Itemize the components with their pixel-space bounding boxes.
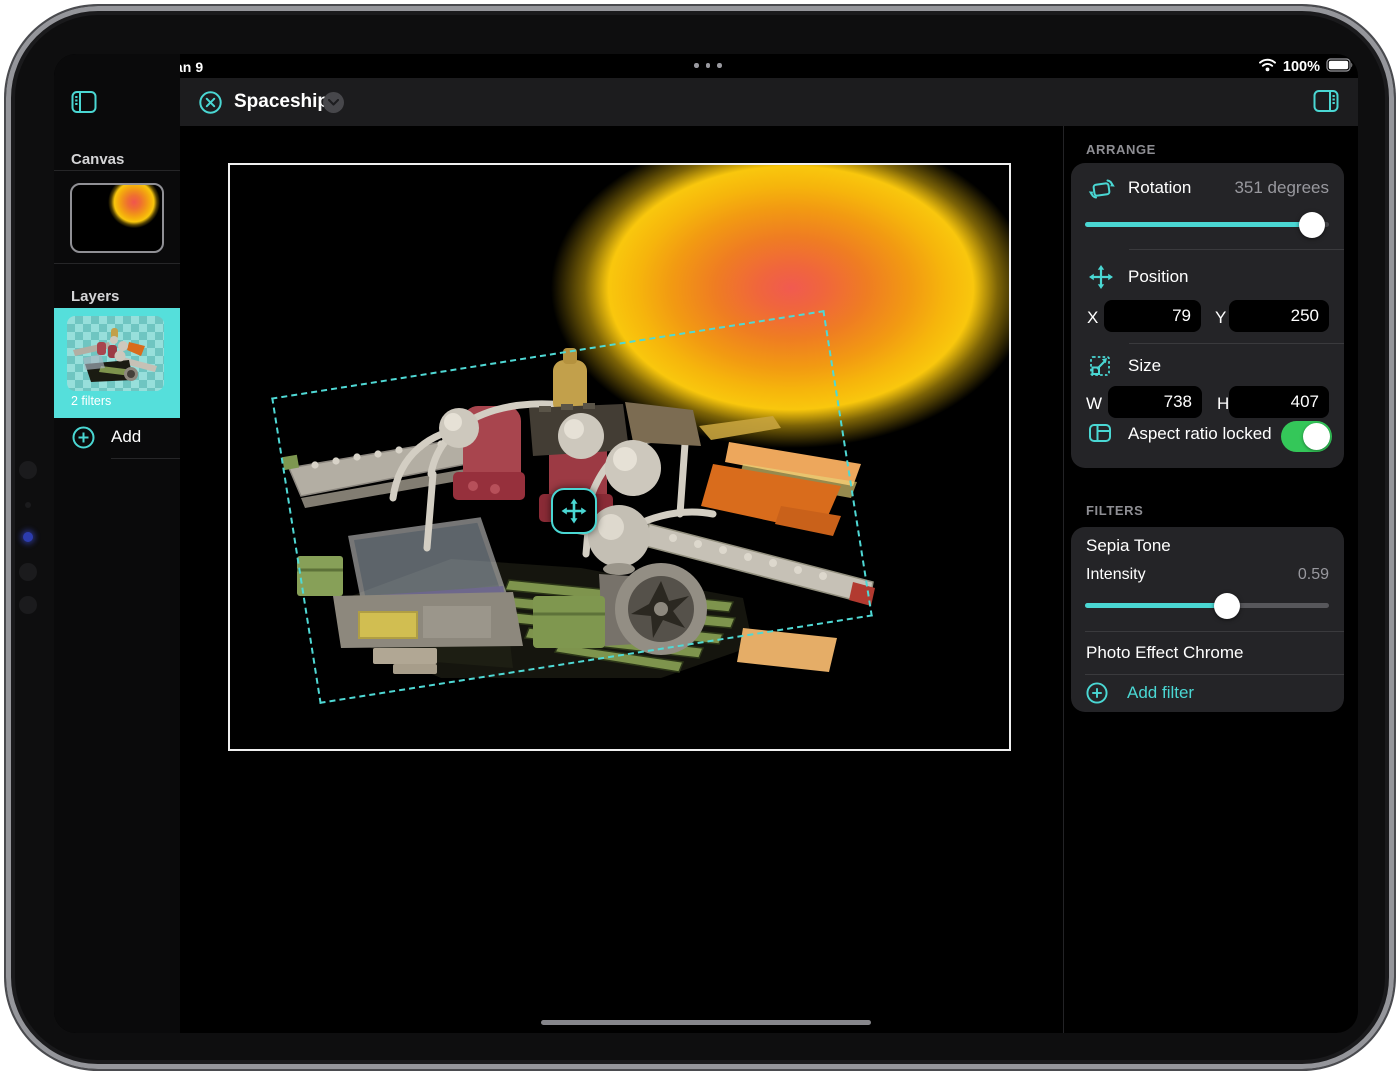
position-label: Position [1128,267,1188,287]
rotation-slider-fill [1085,222,1312,227]
divider [54,263,180,264]
toggle-knob [1303,423,1330,450]
sensor-large [19,563,37,581]
add-filter-button[interactable]: Add filter [1071,674,1344,712]
status-bar-right: 100% [1258,58,1354,76]
panel-separator [1063,126,1064,1033]
multitasking-indicator[interactable] [694,63,722,68]
size-w-label: W [1086,394,1102,414]
size-h-field[interactable]: 407 [1229,386,1329,418]
size-w-field[interactable]: 738 [1108,386,1202,418]
canvas-area [180,126,1063,1033]
sepia-slider-fill [1085,603,1227,608]
layers-section-header: Layers [71,288,119,305]
screen: 9:41 AM Tue Jan 9 100% [54,54,1358,1033]
add-layer-label: Add [111,427,141,447]
position-x-field[interactable]: 79 [1104,300,1201,332]
sensor-dot [25,502,31,508]
document-title: Spaceship [234,91,329,113]
wifi-icon [1258,58,1277,76]
sepia-intensity-slider[interactable] [1085,603,1329,608]
add-layer-button[interactable]: Add [54,418,180,458]
sidebar: Canvas Layers [54,54,180,1033]
canvas-thumbnail[interactable] [70,183,164,253]
arrange-card: Rotation 351 degrees Position X [1071,163,1344,468]
inspector-toggle-icon[interactable] [1313,89,1339,118]
rotation-icon [1088,176,1116,207]
size-label: Size [1128,356,1161,376]
aspect-ratio-toggle[interactable] [1281,421,1332,452]
position-x-label: X [1087,308,1098,328]
canvas-section-header: Canvas [71,151,124,168]
size-icon [1087,353,1113,384]
divider [1085,631,1344,632]
close-document-button[interactable] [199,91,222,114]
filters-card: Sepia Tone Intensity 0.59 Photo Effect C… [1071,527,1344,712]
plus-circle-icon [72,426,95,454]
layer-thumbnail [67,316,164,391]
chevron-down-icon [328,99,339,106]
position-y-label: Y [1215,308,1226,328]
divider [1129,343,1344,344]
move-handle[interactable] [551,488,597,534]
position-y-field[interactable]: 250 [1229,300,1329,332]
layer-item-selected[interactable]: 2 filters [54,308,180,418]
divider [1129,249,1344,250]
divider [111,458,180,459]
sepia-intensity-label: Intensity [1086,566,1146,584]
layer-filter-count-badge: 2 filters [71,394,111,408]
ipad-bezel: 9:41 AM Tue Jan 9 100% [6,6,1394,1069]
aspect-ratio-label: Aspect ratio locked [1128,424,1272,444]
rotation-label: Rotation [1128,178,1191,198]
rotation-slider[interactable] [1085,222,1329,227]
filter-chrome-name[interactable]: Photo Effect Chrome [1086,643,1244,663]
canvas-frame [228,163,1011,751]
sensor-large-2 [19,596,37,614]
layer-thumbnail-spaceship [67,316,164,391]
move-arrows-icon [560,497,588,525]
battery-icon [1326,58,1354,76]
position-icon [1088,264,1114,295]
battery-percent: 100% [1283,59,1320,75]
sepia-slider-thumb[interactable] [1214,593,1240,619]
filter-sepia-name[interactable]: Sepia Tone [1086,536,1171,556]
add-filter-label: Add filter [1127,683,1194,703]
plus-circle-icon [1086,682,1108,709]
document-menu-button[interactable] [323,92,344,113]
filters-section-header: FILTERS [1086,503,1143,518]
camera-indicator-light [23,532,33,542]
ipad-screenshot: 9:41 AM Tue Jan 9 100% [0,0,1400,1075]
sepia-intensity-value: 0.59 [1298,566,1329,584]
front-camera [19,461,37,479]
sidebar-toggle-icon[interactable] [71,90,97,119]
rotation-slider-thumb[interactable] [1299,212,1325,238]
divider [54,170,180,171]
arrange-section-header: ARRANGE [1086,142,1156,157]
home-indicator[interactable] [541,1020,871,1025]
aspect-ratio-icon [1087,420,1113,451]
rotation-value: 351 degrees [1234,178,1329,198]
toolbar: Spaceship [180,78,1358,126]
size-h-label: H [1217,394,1229,414]
